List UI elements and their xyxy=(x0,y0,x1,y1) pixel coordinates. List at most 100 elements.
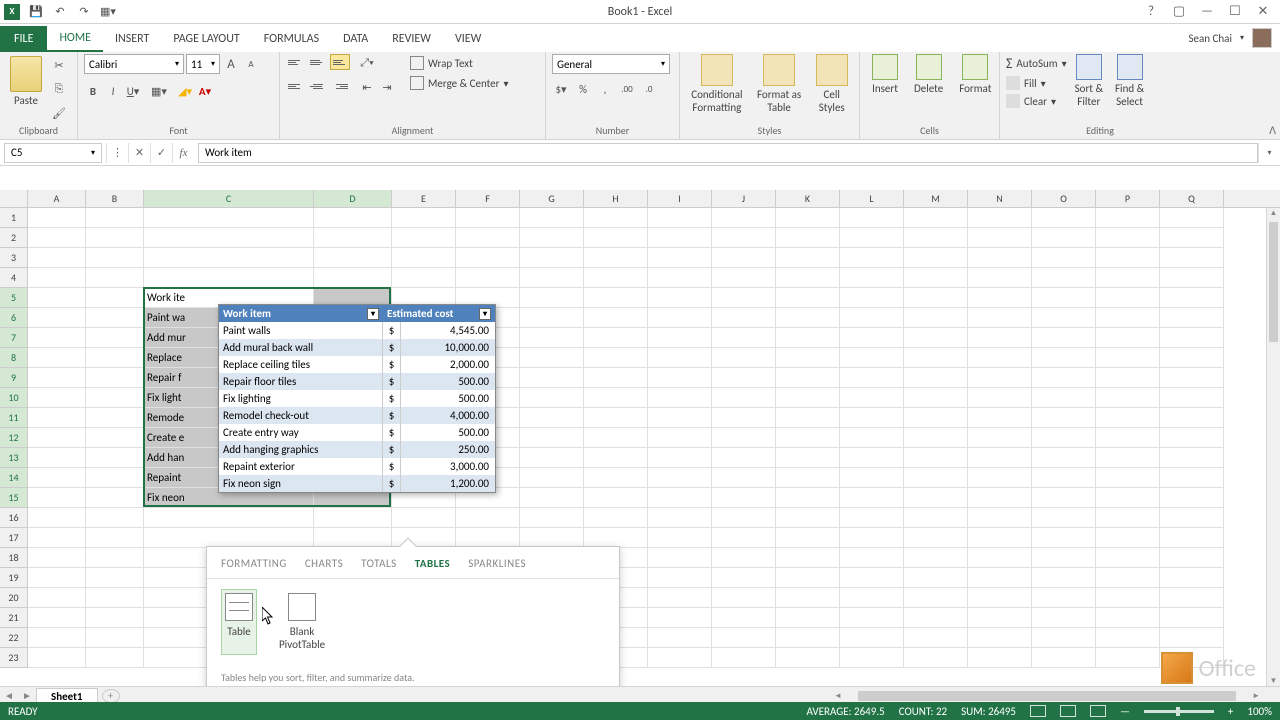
qa-option-pivottable[interactable]: Blank PivotTable xyxy=(275,589,329,655)
cell-Q10[interactable] xyxy=(1160,388,1224,408)
cell-B22[interactable] xyxy=(86,628,144,648)
cell-N17[interactable] xyxy=(968,528,1032,548)
formula-bar-expand[interactable]: ⋮ xyxy=(106,143,128,163)
cell-I2[interactable] xyxy=(648,228,712,248)
cell-J19[interactable] xyxy=(712,568,776,588)
cell-N23[interactable] xyxy=(968,648,1032,668)
cell-P5[interactable] xyxy=(1096,288,1160,308)
cell-G15[interactable] xyxy=(520,488,584,508)
cell-K13[interactable] xyxy=(776,448,840,468)
cell-K22[interactable] xyxy=(776,628,840,648)
cell-E16[interactable] xyxy=(392,508,456,528)
cell-G1[interactable] xyxy=(520,208,584,228)
cell-B19[interactable] xyxy=(86,568,144,588)
cell-M12[interactable] xyxy=(904,428,968,448)
border-button[interactable]: ▦▾ xyxy=(150,82,168,100)
cell-A12[interactable] xyxy=(28,428,86,448)
cell-A3[interactable] xyxy=(28,248,86,268)
cell-A13[interactable] xyxy=(28,448,86,468)
cell-O6[interactable] xyxy=(1032,308,1096,328)
cell-M1[interactable] xyxy=(904,208,968,228)
row-header-6[interactable]: 6 xyxy=(0,308,28,328)
filter-dropdown-icon[interactable]: ▾ xyxy=(479,308,491,320)
cell-K4[interactable] xyxy=(776,268,840,288)
cell-M19[interactable] xyxy=(904,568,968,588)
cell-N18[interactable] xyxy=(968,548,1032,568)
cell-O10[interactable] xyxy=(1032,388,1096,408)
cell-N21[interactable] xyxy=(968,608,1032,628)
cell-L16[interactable] xyxy=(840,508,904,528)
cell-L23[interactable] xyxy=(840,648,904,668)
cell-N15[interactable] xyxy=(968,488,1032,508)
cell-I11[interactable] xyxy=(648,408,712,428)
cell-C1[interactable] xyxy=(144,208,314,228)
cell-D4[interactable] xyxy=(314,268,392,288)
paste-button[interactable]: Paste xyxy=(6,54,46,109)
cell-K15[interactable] xyxy=(776,488,840,508)
cell-O18[interactable] xyxy=(1032,548,1096,568)
cell-I15[interactable] xyxy=(648,488,712,508)
cell-A23[interactable] xyxy=(28,648,86,668)
cell-Q12[interactable] xyxy=(1160,428,1224,448)
cell-B17[interactable] xyxy=(86,528,144,548)
cell-L19[interactable] xyxy=(840,568,904,588)
cell-N3[interactable] xyxy=(968,248,1032,268)
page-break-view-button[interactable] xyxy=(1090,705,1106,717)
column-header-J[interactable]: J xyxy=(712,190,776,207)
cell-I19[interactable] xyxy=(648,568,712,588)
cell-O4[interactable] xyxy=(1032,268,1096,288)
row-header-5[interactable]: 5 xyxy=(0,288,28,308)
cell-M2[interactable] xyxy=(904,228,968,248)
cell-P14[interactable] xyxy=(1096,468,1160,488)
cell-O3[interactable] xyxy=(1032,248,1096,268)
cell-J15[interactable] xyxy=(712,488,776,508)
cell-M3[interactable] xyxy=(904,248,968,268)
cell-N7[interactable] xyxy=(968,328,1032,348)
cell-B13[interactable] xyxy=(86,448,144,468)
cell-O12[interactable] xyxy=(1032,428,1096,448)
cell-L9[interactable] xyxy=(840,368,904,388)
cell-C2[interactable] xyxy=(144,228,314,248)
cell-O7[interactable] xyxy=(1032,328,1096,348)
cell-E2[interactable] xyxy=(392,228,456,248)
cell-L21[interactable] xyxy=(840,608,904,628)
cell-Q15[interactable] xyxy=(1160,488,1224,508)
cell-A19[interactable] xyxy=(28,568,86,588)
cell-G9[interactable] xyxy=(520,368,584,388)
cell-M10[interactable] xyxy=(904,388,968,408)
cell-H13[interactable] xyxy=(584,448,648,468)
cell-H4[interactable] xyxy=(584,268,648,288)
cell-H5[interactable] xyxy=(584,288,648,308)
cell-A1[interactable] xyxy=(28,208,86,228)
cell-P11[interactable] xyxy=(1096,408,1160,428)
cell-L7[interactable] xyxy=(840,328,904,348)
cell-L14[interactable] xyxy=(840,468,904,488)
cell-H10[interactable] xyxy=(584,388,648,408)
insert-cells-button[interactable]: Insert xyxy=(866,54,904,95)
cell-M21[interactable] xyxy=(904,608,968,628)
page-layout-view-button[interactable] xyxy=(1060,705,1076,717)
cell-N12[interactable] xyxy=(968,428,1032,448)
cell-Q17[interactable] xyxy=(1160,528,1224,548)
increase-font-button[interactable]: A xyxy=(222,55,240,73)
decrease-indent-button[interactable]: ⇤ xyxy=(358,78,376,96)
cell-P9[interactable] xyxy=(1096,368,1160,388)
cell-Q19[interactable] xyxy=(1160,568,1224,588)
cell-L8[interactable] xyxy=(840,348,904,368)
cell-B3[interactable] xyxy=(86,248,144,268)
cell-Q14[interactable] xyxy=(1160,468,1224,488)
cell-I4[interactable] xyxy=(648,268,712,288)
cell-G16[interactable] xyxy=(520,508,584,528)
cell-N19[interactable] xyxy=(968,568,1032,588)
cell-F4[interactable] xyxy=(456,268,520,288)
column-header-B[interactable]: B xyxy=(86,190,144,207)
cell-P1[interactable] xyxy=(1096,208,1160,228)
cell-O11[interactable] xyxy=(1032,408,1096,428)
cell-M22[interactable] xyxy=(904,628,968,648)
collapse-ribbon-icon[interactable]: ᐱ xyxy=(1269,124,1276,137)
cell-A4[interactable] xyxy=(28,268,86,288)
cell-F2[interactable] xyxy=(456,228,520,248)
row-header-7[interactable]: 7 xyxy=(0,328,28,348)
cell-P17[interactable] xyxy=(1096,528,1160,548)
cell-J22[interactable] xyxy=(712,628,776,648)
